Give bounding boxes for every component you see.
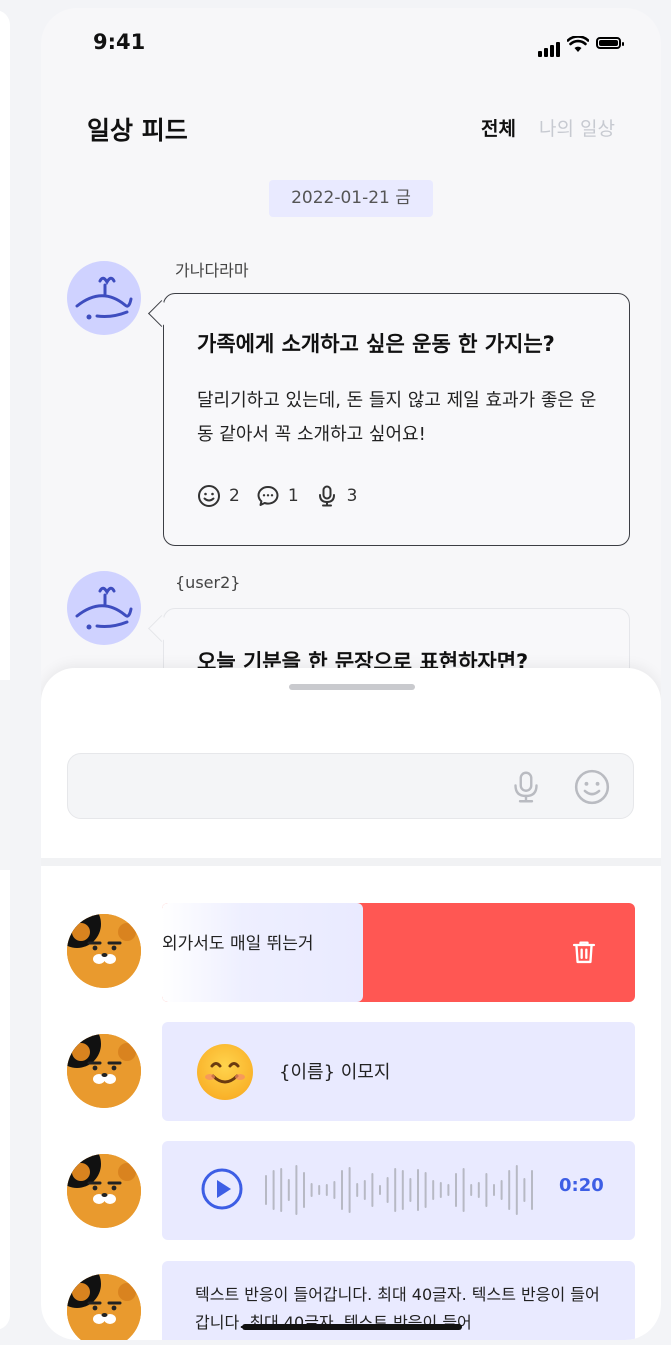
mic-icon xyxy=(514,771,538,803)
post-question: 가족에게 소개하고 싶은 운동 한 가지는? xyxy=(197,332,555,356)
voice-count-value: 3 xyxy=(346,486,358,506)
wifi-icon xyxy=(566,35,590,58)
smiling-face-emoji-icon xyxy=(197,1044,253,1100)
signal-icon xyxy=(538,38,562,57)
page-title: 일상 피드 xyxy=(87,116,188,145)
post-answer: 달리기하고 있는데, 돈 들지 않고 제일 효과가 좋은 운동 같아서 꼭 소개… xyxy=(197,390,597,445)
bird-avatar-icon xyxy=(75,586,133,630)
voice-duration: 0:20 xyxy=(559,1175,604,1196)
avatar[interactable] xyxy=(67,1154,141,1228)
delete-button[interactable] xyxy=(570,937,598,971)
reaction-input[interactable] xyxy=(67,753,634,819)
ryan-avatar-icon xyxy=(67,1274,141,1340)
ryan-avatar-icon xyxy=(67,1034,141,1108)
reaction-sheet: 외가서도 매일 뛰는거 {이름} 이모지 0:20 텍스트 반응이 들어갑니다.… xyxy=(41,668,661,1340)
comment-count[interactable]: 1 xyxy=(256,484,299,508)
post-username: {user2} xyxy=(175,573,241,592)
play-icon xyxy=(201,1168,243,1210)
avatar[interactable] xyxy=(67,1034,141,1108)
play-button[interactable] xyxy=(200,1167,244,1215)
battery-icon xyxy=(596,37,624,49)
post-username: 가나다라마 xyxy=(175,261,249,280)
tab-all[interactable]: 전체 xyxy=(481,114,516,141)
avatar[interactable] xyxy=(67,571,141,645)
emoji-count[interactable]: 2 xyxy=(197,484,240,508)
emoji-count-value: 2 xyxy=(229,486,240,506)
voice-reaction-card[interactable]: 0:20 xyxy=(162,1141,635,1240)
status-bar: 9:41 xyxy=(41,8,661,78)
phone-screen: 9:41 일상 피드 전체 나의 일상 2022-01-21 금 가나다라마 가… xyxy=(41,8,661,1340)
ryan-avatar-icon xyxy=(67,1154,141,1228)
date-chip: 2022-01-21 금 xyxy=(269,180,433,217)
post-bubble[interactable]: 가족에게 소개하고 싶은 운동 한 가지는? 달리기하고 있는데, 돈 들지 않… xyxy=(148,293,630,546)
emoji-button[interactable] xyxy=(573,768,611,810)
smile-icon xyxy=(198,485,220,507)
ryan-avatar-icon xyxy=(67,914,141,988)
bird-avatar-icon xyxy=(75,276,133,320)
emoji-reaction-card[interactable]: {이름} 이모지 xyxy=(162,1022,635,1121)
comment-count-value: 1 xyxy=(287,486,299,506)
reaction-text: 외가서도 매일 뛰는거 xyxy=(162,934,314,954)
adjacent-screen-left xyxy=(0,10,10,1330)
avatar[interactable] xyxy=(67,261,141,335)
mic-button[interactable] xyxy=(508,768,544,810)
avatar[interactable] xyxy=(67,914,141,988)
mic-icon xyxy=(318,485,335,507)
avatar[interactable] xyxy=(67,1274,141,1340)
audio-waveform xyxy=(265,1165,533,1215)
voice-count[interactable]: 3 xyxy=(315,484,358,508)
trash-icon xyxy=(572,941,596,964)
swiped-reaction[interactable]: 외가서도 매일 뛰는거 xyxy=(162,903,635,1002)
reaction-text-field[interactable] xyxy=(82,768,486,806)
smile-icon xyxy=(574,769,610,805)
emoji-reaction-label: {이름} 이모지 xyxy=(279,1062,391,1083)
sheet-drag-handle[interactable] xyxy=(289,684,415,690)
comment-icon xyxy=(257,486,279,506)
home-indicator xyxy=(242,1324,462,1330)
status-time: 9:41 xyxy=(93,30,146,54)
reaction-text-card[interactable]: 외가서도 매일 뛰는거 xyxy=(162,903,363,1002)
tab-my-daily[interactable]: 나의 일상 xyxy=(539,114,615,141)
divider xyxy=(41,858,661,866)
reaction-counts: 2 1 3 xyxy=(197,484,373,508)
